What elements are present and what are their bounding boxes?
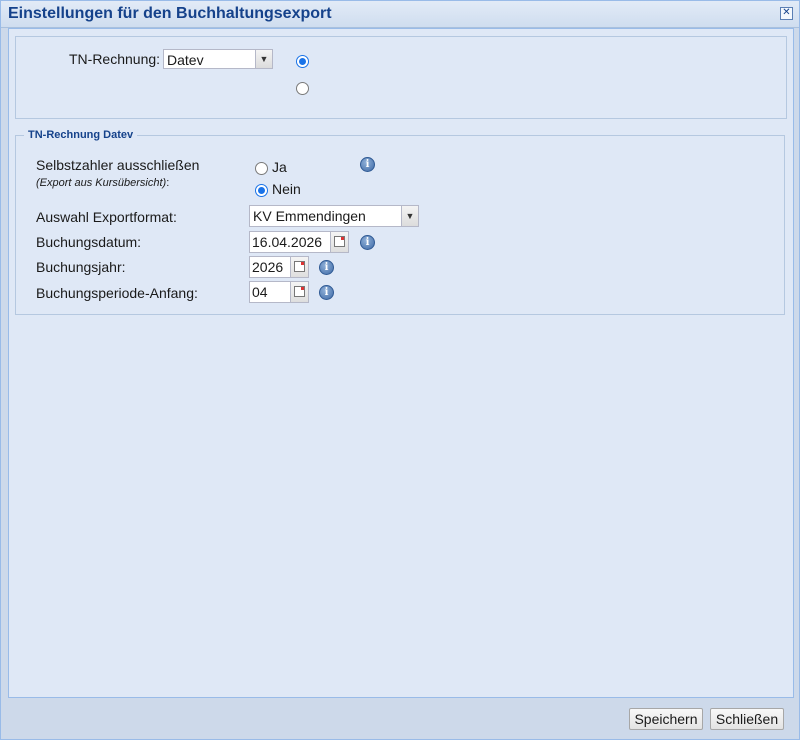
buchungsjahr-label: Buchungsjahr: [36,259,126,275]
buchungsdatum-info-icon[interactable]: i [360,235,375,250]
chevron-down-icon[interactable]: ▼ [401,206,418,226]
selbstzahler-sublabel-text: (Export aus Kursübersicht) [36,177,167,189]
buchungsperiode-value: 04 [252,284,268,300]
dialog-titlebar: Einstellungen für den Buchhaltungsexport… [1,1,799,28]
buchungsdatum-value: 16.04.2026 [252,234,323,250]
export-settings-dialog: Einstellungen für den Buchhaltungsexport… [0,0,800,740]
tn-rechnung-panel: TN-Rechnung: Datev ▼ [15,36,787,119]
buchungsjahr-value: 2026 [252,259,284,275]
buchungsperiode-label: Buchungsperiode-Anfang: [36,285,198,301]
buchungsperiode-field[interactable]: 04 [249,281,309,303]
tn-rechnung-radio-2[interactable] [296,82,309,95]
tn-rechnung-radio-1[interactable] [296,55,309,68]
tn-rechnung-label: TN-Rechnung: [69,51,161,67]
selbstzahler-label: Selbstzahler ausschließen [36,157,200,173]
selbstzahler-sublabel-colon: : [166,177,170,189]
close-button[interactable]: Schließen [710,708,784,730]
selbstzahler-radio-ja[interactable] [255,162,268,175]
datev-legend: TN-Rechnung Datev [28,129,134,141]
exportformat-select[interactable]: KV Emmendingen ▼ [249,205,419,227]
save-button[interactable]: Speichern [629,708,703,730]
exportformat-label: Auswahl Exportformat: [36,209,177,225]
selbstzahler-nein-label[interactable]: Nein [272,181,301,197]
buchungsjahr-info-icon[interactable]: i [319,260,334,275]
selbstzahler-radio-nein[interactable] [255,184,268,197]
calendar-icon[interactable] [330,232,348,252]
tn-rechnung-select[interactable]: Datev ▼ [163,49,273,69]
close-icon[interactable]: ✕ [780,7,793,20]
buchungsjahr-field[interactable]: 2026 [249,256,309,278]
tn-rechnung-value: Datev [167,52,204,68]
dialog-title: Einstellungen für den Buchhaltungsexport [8,5,332,22]
selbstzahler-sublabel: (Export aus Kursübersicht): [36,177,169,189]
calendar-icon[interactable] [290,282,308,302]
buchungsperiode-info-icon[interactable]: i [319,285,334,300]
buchungsdatum-field[interactable]: 16.04.2026 [249,231,349,253]
buchungsdatum-label: Buchungsdatum: [36,234,142,250]
selbstzahler-info-icon[interactable]: i [360,157,375,172]
exportformat-value: KV Emmendingen [253,208,366,224]
selbstzahler-ja-label[interactable]: Ja [272,159,287,175]
calendar-icon[interactable] [290,257,308,277]
chevron-down-icon[interactable]: ▼ [255,50,272,68]
dialog-body: TN-Rechnung: Datev ▼ TN-Rechnung Datev S… [8,28,794,698]
